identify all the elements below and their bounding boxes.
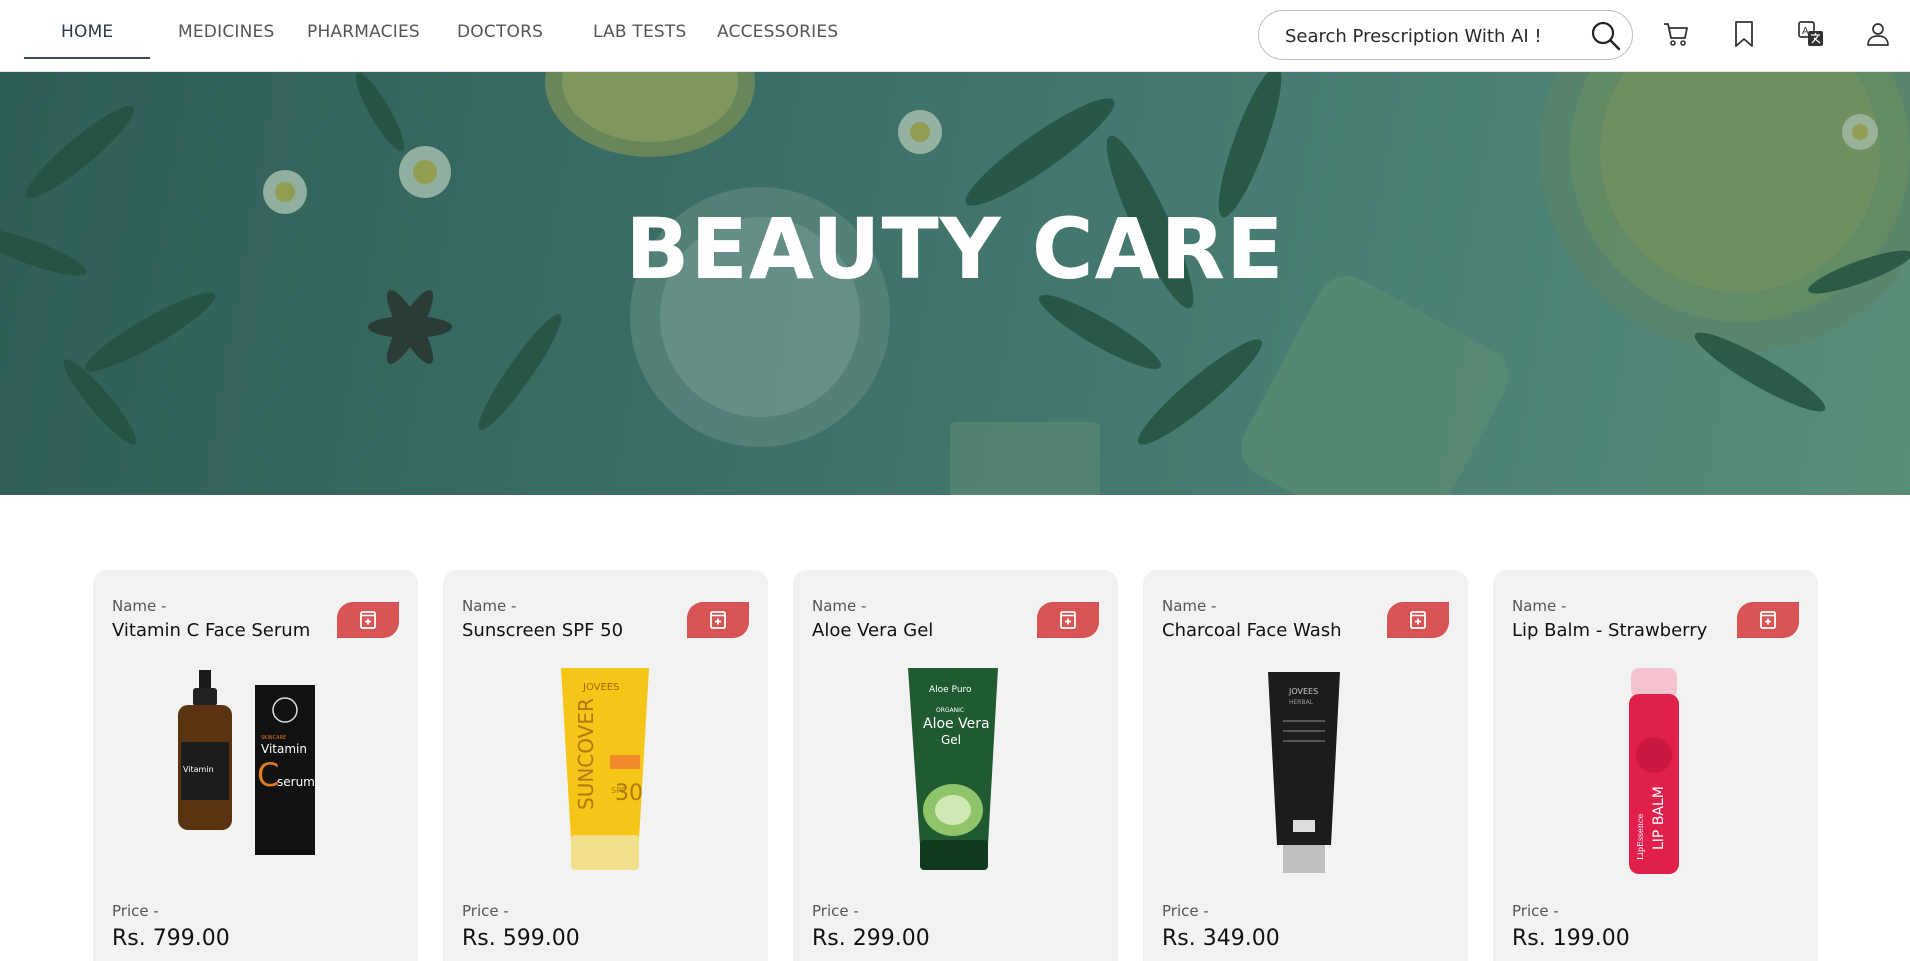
price-label: Price - xyxy=(1162,902,1209,920)
search-input[interactable] xyxy=(1285,23,1585,49)
price-label: Price - xyxy=(462,902,509,920)
nav-home[interactable]: HOME xyxy=(61,22,113,42)
product-name: Vitamin C Face Serum xyxy=(112,620,311,641)
product-card[interactable]: Name - Vitamin C Face Serum Vitamin SKIN… xyxy=(93,570,418,961)
product-image-text-0: JOVEES xyxy=(1288,687,1318,696)
product-image-text-0: Vitamin xyxy=(183,765,214,774)
name-label: Name - xyxy=(1512,597,1567,615)
top-navbar: HOME MEDICINES PHARMACIES DOCTORS LAB TE… xyxy=(0,0,1910,72)
product-image-text-0b: Vitamin xyxy=(261,742,307,756)
nav-lab-tests[interactable]: LAB TESTS xyxy=(593,22,686,42)
product-image-text-0: LIP BALM xyxy=(1651,786,1667,850)
product-image-text-3: SKINCARE xyxy=(261,735,286,741)
add-to-cart-button[interactable] xyxy=(1737,602,1799,638)
nav-doctors[interactable]: DOCTORS xyxy=(457,22,543,42)
product-image-charcoal-face-wash: JOVEES HERBAL xyxy=(1268,672,1340,873)
product-image-aloe-vera-gel: Aloe Puro ORGANIC Aloe Vera Gel xyxy=(908,668,998,870)
product-name: Aloe Vera Gel xyxy=(812,620,934,641)
product-image-text-1: C xyxy=(257,756,279,794)
hero-banner: BEAUTY CARE xyxy=(0,72,1910,495)
product-name: Sunscreen SPF 50 xyxy=(462,620,624,641)
user-icon[interactable] xyxy=(1862,18,1894,50)
add-to-cart-button[interactable] xyxy=(337,602,399,638)
product-image-text-3: Gel xyxy=(941,733,961,747)
name-label: Name - xyxy=(812,597,867,615)
hero-title: BEAUTY CARE xyxy=(625,200,1285,298)
product-image-text-0: Aloe Puro xyxy=(929,685,972,695)
search-box xyxy=(1258,10,1633,60)
product-card[interactable]: Name - Sunscreen SPF 50 JOVEES SUNCOVER … xyxy=(443,570,768,961)
product-image-text-1: HERBAL xyxy=(1289,699,1314,706)
product-image-text-1: ORGANIC xyxy=(936,707,964,714)
price-label: Price - xyxy=(812,902,859,920)
translate-icon[interactable]: A xyxy=(1795,18,1827,50)
product-price: Rs. 349.00 xyxy=(1162,926,1280,951)
product-image-sunscreen: JOVEES SUNCOVER SPF 30 xyxy=(561,668,649,870)
product-name: Lip Balm - Strawberry xyxy=(1512,620,1708,641)
product-image-text-3: 30 xyxy=(615,781,643,806)
medicine-icon xyxy=(360,611,376,629)
nav-accessories[interactable]: ACCESSORIES xyxy=(717,22,838,42)
search-icon[interactable] xyxy=(1590,20,1622,52)
nav-medicines[interactable]: MEDICINES xyxy=(178,22,274,42)
name-label: Name - xyxy=(112,597,167,615)
product-card[interactable]: Name - Lip Balm - Strawberry LIP BALM Li… xyxy=(1493,570,1818,961)
name-label: Name - xyxy=(462,597,517,615)
product-price: Rs. 599.00 xyxy=(462,926,580,951)
bookmark-icon[interactable] xyxy=(1728,18,1760,50)
name-label: Name - xyxy=(1162,597,1217,615)
product-image-lip-balm: LIP BALM LipEssence xyxy=(1629,668,1679,874)
product-image-text-0: JOVEES xyxy=(582,682,619,693)
product-image-text-1: LipEssence xyxy=(1636,814,1645,860)
product-name: Charcoal Face Wash xyxy=(1162,620,1342,641)
medicine-icon xyxy=(1410,611,1426,629)
add-to-cart-button[interactable] xyxy=(1037,602,1099,638)
medicine-icon xyxy=(710,611,726,629)
product-image-text-1: SUNCOVER xyxy=(574,698,598,810)
product-card[interactable]: Name - Aloe Vera Gel Aloe Puro ORGANIC A… xyxy=(793,570,1118,961)
svg-text:A: A xyxy=(1802,26,1809,37)
product-price: Rs. 299.00 xyxy=(812,926,930,951)
product-image-text-2: serum xyxy=(277,775,315,789)
medicine-icon xyxy=(1760,611,1776,629)
product-price: Rs. 799.00 xyxy=(112,926,230,951)
product-image-text-2: Aloe Vera xyxy=(923,716,990,732)
product-price: Rs. 199.00 xyxy=(1512,926,1630,951)
nav-active-underline xyxy=(24,57,150,59)
price-label: Price - xyxy=(112,902,159,920)
add-to-cart-button[interactable] xyxy=(687,602,749,638)
nav-pharmacies[interactable]: PHARMACIES xyxy=(307,22,420,42)
product-card[interactable]: Name - Charcoal Face Wash JOVEES HERBAL … xyxy=(1143,570,1468,961)
add-to-cart-button[interactable] xyxy=(1387,602,1449,638)
medicine-icon xyxy=(1060,611,1076,629)
product-image-vitamin-c-serum: Vitamin SKINCARE Vitamin C serum xyxy=(178,670,315,855)
price-label: Price - xyxy=(1512,902,1559,920)
cart-icon[interactable] xyxy=(1660,18,1692,50)
